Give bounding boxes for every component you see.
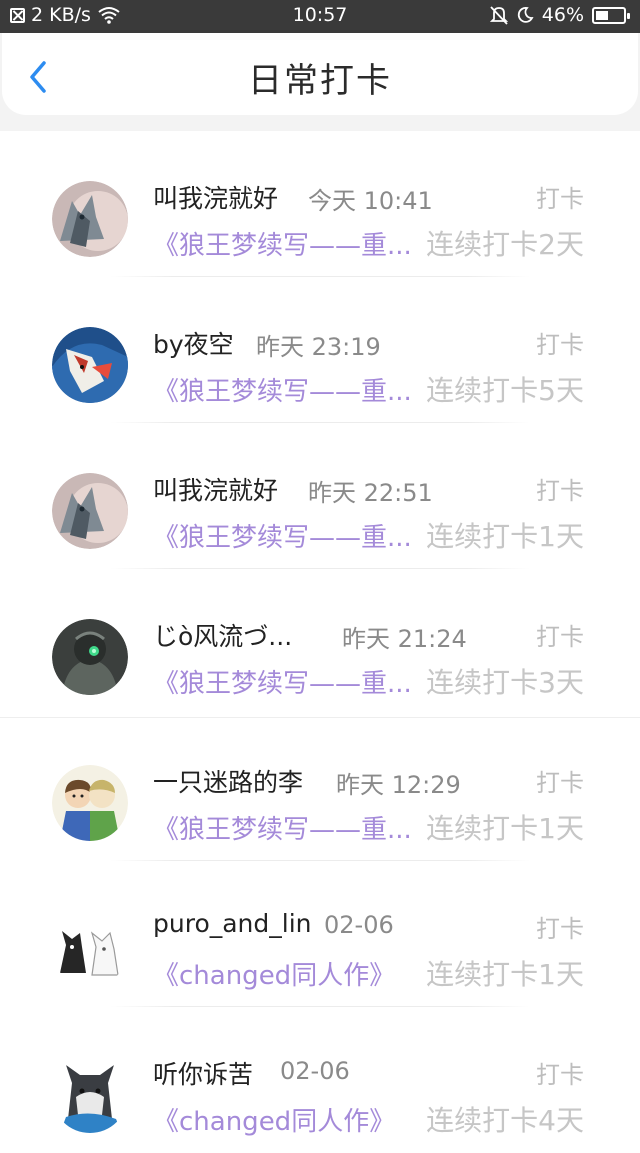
nickname[interactable]: 叫我浣就好 [153, 179, 278, 215]
nickname[interactable]: 听你诉苦 [153, 1055, 253, 1091]
battery-icon [592, 6, 630, 24]
checkin-tag: 打卡 [536, 623, 584, 651]
streak-text: 连续打卡2天 [426, 228, 584, 261]
nickname[interactable]: 一只迷路的李 [153, 763, 303, 799]
list-item[interactable]: puro_and_lin 02-06 打卡 《changed同人作》 连续打卡1… [0, 861, 640, 1007]
header-card: 日常打卡 [2, 33, 638, 115]
husky-avatar[interactable] [52, 1057, 128, 1133]
checkin-tag: 打卡 [536, 477, 584, 505]
list-item[interactable]: 一只迷路的李 昨天 12:29 打卡 《狼王梦续写——重... 连续打卡1天 [0, 715, 640, 861]
book-title[interactable]: 《狼王梦续写——重... [153, 517, 412, 554]
timestamp: 02-06 [280, 1057, 350, 1085]
nickname[interactable]: puro_and_lin [153, 909, 312, 938]
timestamp: 昨天 12:29 [336, 771, 461, 799]
list-item[interactable]: 叫我浣就好 今天 10:41 打卡 《狼王梦续写——重... 连续打卡2天 [0, 131, 640, 277]
checkin-tag: 打卡 [536, 185, 584, 213]
timestamp: 02-06 [324, 911, 394, 939]
status-right: 46% [489, 4, 630, 26]
streak-text: 连续打卡3天 [426, 666, 584, 699]
moon-icon [517, 7, 534, 23]
page-title: 日常打卡 [248, 61, 392, 101]
wolf-avatar[interactable] [52, 473, 128, 549]
streak-text: 连续打卡1天 [426, 958, 584, 991]
list-item[interactable]: by夜空 昨天 23:19 打卡 《狼王梦续写——重... 连续打卡5天 [0, 277, 640, 423]
wolf-avatar[interactable] [52, 181, 128, 257]
streak-text: 连续打卡4天 [426, 1104, 584, 1137]
cats-avatar[interactable] [52, 911, 128, 987]
nickname[interactable]: by夜空 [153, 325, 234, 361]
streak-text: 连续打卡5天 [426, 374, 584, 407]
battery-percent: 46% [541, 4, 584, 26]
book-title[interactable]: 《狼王梦续写——重... [153, 663, 412, 700]
streak-text: 连续打卡1天 [426, 520, 584, 553]
checkin-tag: 打卡 [536, 769, 584, 797]
list-item[interactable]: じò风流づ... 昨天 21:24 打卡 《狼王梦续写——重... 连续打卡3天 [0, 569, 640, 715]
fox-art-avatar[interactable] [52, 327, 128, 403]
checkin-tag: 打卡 [536, 1061, 584, 1089]
book-title[interactable]: 《狼王梦续写——重... [153, 371, 412, 408]
book-title[interactable]: 《狼王梦续写——重... [153, 225, 412, 262]
nickname[interactable]: 叫我浣就好 [153, 471, 278, 507]
book-title[interactable]: 《changed同人作》 [153, 1101, 395, 1138]
soldier-avatar[interactable] [52, 619, 128, 695]
checkin-tag: 打卡 [536, 915, 584, 943]
header: 日常打卡 [0, 33, 640, 131]
timestamp: 昨天 22:51 [308, 479, 433, 507]
battery-fill [596, 10, 608, 20]
streak-text: 连续打卡1天 [426, 812, 584, 845]
book-title[interactable]: 《狼王梦续写——重... [153, 809, 412, 846]
timestamp: 昨天 21:24 [342, 625, 467, 653]
checkin-tag: 打卡 [536, 331, 584, 359]
nickname[interactable]: じò风流づ... [153, 617, 292, 653]
status-bar: 2 KB/s 10:57 46% [0, 0, 640, 33]
cartoon-kids-avatar[interactable] [52, 765, 128, 841]
book-title[interactable]: 《changed同人作》 [153, 955, 395, 992]
silent-bell-icon [489, 6, 508, 25]
list-item[interactable]: 听你诉苦 02-06 打卡 《changed同人作》 连续打卡4天 [0, 1007, 640, 1153]
timestamp: 今天 10:41 [308, 187, 433, 215]
timestamp: 昨天 23:19 [256, 333, 381, 361]
list-item[interactable]: 叫我浣就好 昨天 22:51 打卡 《狼王梦续写——重... 连续打卡1天 [0, 423, 640, 569]
